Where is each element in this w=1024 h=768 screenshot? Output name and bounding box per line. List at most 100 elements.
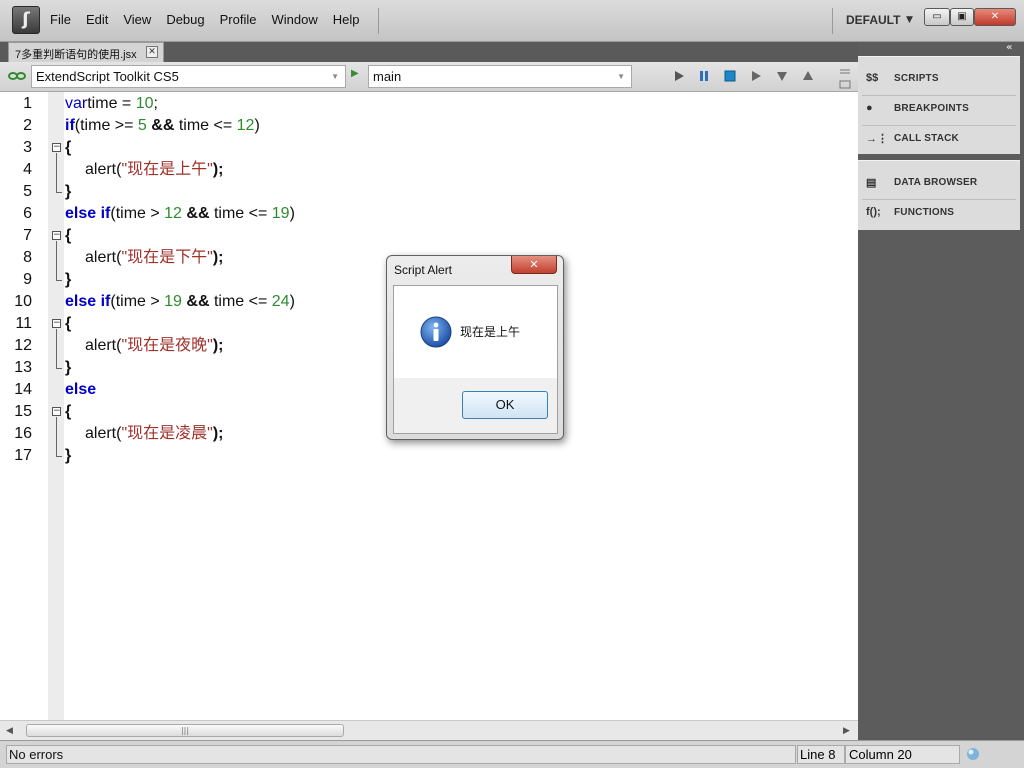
menu-view[interactable]: View	[123, 12, 151, 27]
panel-group-debug: $$ SCRIPTS ● BREAKPOINTS →⋮ CALL STACK	[858, 56, 1020, 154]
ok-button[interactable]: OK	[462, 391, 548, 419]
panel-group-data: ▤ DATA BROWSER f(); FUNCTIONS	[858, 160, 1020, 230]
run-icon[interactable]	[671, 68, 687, 84]
info-icon	[420, 316, 452, 348]
scroll-right-icon[interactable]: ▶	[843, 726, 850, 736]
code-text: alert("现在是上午");	[85, 159, 223, 181]
close-tab-icon[interactable]: ✕	[146, 46, 158, 58]
code-line[interactable]: 3{	[0, 137, 800, 159]
fold-guide	[56, 417, 57, 456]
code-line[interactable]: 4 alert("现在是上午");	[0, 159, 800, 181]
fold-guide	[56, 329, 57, 368]
code-text: {	[65, 313, 71, 335]
code-token: 19	[271, 205, 290, 222]
status-bar: No errors Line 8 Column 20	[0, 740, 1024, 768]
code-text: {	[65, 401, 71, 423]
panel-divider	[862, 125, 1016, 126]
debug-toolbar: ExtendScript Toolkit CS5 ▼ ▶ main ▼	[0, 62, 858, 92]
fold-toggle-icon[interactable]: −	[52, 407, 61, 416]
panel-breakpoints[interactable]: ● BREAKPOINTS	[866, 99, 1016, 121]
horizontal-scrollbar[interactable]: ◀ ||| ▶	[0, 720, 858, 740]
step-out-icon[interactable]	[800, 68, 816, 84]
data-browser-icon: ▤	[866, 177, 877, 189]
engine-select[interactable]: main ▼	[368, 65, 632, 88]
menu-window[interactable]: Window	[271, 12, 317, 27]
document-tab-label: 7多重判断语句的使用.jsx	[15, 49, 137, 61]
code-text: else if(time > 19 && time <= 24)	[65, 291, 295, 313]
document-tab[interactable]: 7多重判断语句的使用.jsx ✕	[8, 42, 164, 62]
pause-icon[interactable]	[696, 68, 712, 84]
panel-functions[interactable]: f(); FUNCTIONS	[866, 203, 1016, 225]
dialog-message: 现在是上午	[460, 325, 521, 339]
workspace-switcher[interactable]: DEFAULT	[846, 13, 900, 27]
line-number: 10	[14, 293, 32, 310]
code-token: {	[65, 139, 72, 156]
code-token: {	[65, 403, 72, 420]
document-tab-bar: 7多重判断语句的使用.jsx ✕	[0, 42, 858, 62]
line-number: 1	[23, 95, 32, 112]
collapse-panel-icon[interactable]: «	[1006, 42, 1012, 53]
code-token: alert(	[85, 161, 122, 178]
code-token: 12	[164, 205, 182, 222]
code-text: alert("现在是下午");	[85, 247, 223, 269]
code-token: time =	[87, 95, 136, 112]
code-token: )	[289, 293, 295, 310]
chevron-down-icon: ▼	[331, 72, 339, 81]
scrollbar-thumb[interactable]: |||	[26, 724, 344, 737]
menu-edit[interactable]: Edit	[86, 12, 108, 27]
menu-divider	[378, 8, 379, 34]
fold-guide-end	[56, 368, 62, 369]
menu-profile[interactable]: Profile	[220, 12, 257, 27]
menu-debug[interactable]: Debug	[166, 12, 204, 27]
link-icon[interactable]	[8, 71, 26, 81]
toolbar-menu-icon[interactable]	[838, 64, 852, 90]
scroll-left-icon[interactable]: ◀	[6, 726, 13, 736]
panel-scripts[interactable]: $$ SCRIPTS	[866, 69, 1016, 91]
maximize-button[interactable]: ▣	[950, 8, 974, 26]
code-token: }	[65, 359, 72, 376]
code-token: else	[65, 381, 97, 398]
code-token: "现在是夜晚"	[121, 337, 213, 354]
menu-file[interactable]: File	[50, 12, 71, 27]
fold-guide	[56, 153, 57, 192]
code-token: &&	[181, 205, 214, 222]
close-window-button[interactable]: ✕	[974, 8, 1016, 26]
line-number: 11	[15, 315, 32, 332]
code-token: );	[212, 337, 224, 354]
code-token: else if	[65, 205, 111, 222]
play-icon[interactable]: ▶	[351, 68, 359, 79]
chevron-down-icon[interactable]: ▼	[906, 15, 913, 25]
panel-data-browser-label: DATA BROWSER	[894, 177, 978, 188]
code-text: {	[65, 225, 71, 247]
dialog-close-button[interactable]: ✕	[511, 256, 557, 274]
minimize-button[interactable]: ▭	[924, 8, 950, 26]
step-over-icon[interactable]	[748, 68, 764, 84]
code-token: alert(	[85, 425, 122, 442]
code-line[interactable]: 6 else if(time > 12 && time <= 19)	[0, 203, 800, 225]
stop-icon[interactable]	[722, 68, 738, 84]
line-number: 16	[14, 425, 32, 442]
code-token: 19	[164, 293, 182, 310]
fold-toggle-icon[interactable]: −	[52, 231, 61, 240]
code-text: }	[65, 269, 71, 291]
code-line[interactable]: 17}	[0, 445, 800, 467]
panel-breakpoints-label: BREAKPOINTS	[894, 103, 969, 114]
panel-call-stack[interactable]: →⋮ CALL STACK	[866, 129, 1016, 151]
code-text: alert("现在是夜晚");	[85, 335, 223, 357]
step-into-icon[interactable]	[774, 68, 790, 84]
code-token: &&	[181, 293, 214, 310]
code-token: "现在是上午"	[121, 161, 213, 178]
code-token: 10	[135, 95, 154, 112]
code-line[interactable]: 5}	[0, 181, 800, 203]
target-application-select[interactable]: ExtendScript Toolkit CS5 ▼	[31, 65, 346, 88]
code-token: (time >=	[74, 117, 138, 134]
code-line[interactable]: 2 if(time >= 5 && time <= 12)	[0, 115, 800, 137]
code-line[interactable]: 1 vartime = 10;	[0, 93, 800, 115]
fold-toggle-icon[interactable]: −	[52, 143, 61, 152]
scripts-icon: $$	[866, 72, 879, 84]
panel-data-browser[interactable]: ▤ DATA BROWSER	[866, 173, 1016, 195]
line-number: 3	[23, 139, 32, 156]
fold-toggle-icon[interactable]: −	[52, 319, 61, 328]
menu-help[interactable]: Help	[333, 12, 360, 27]
code-line[interactable]: 7{	[0, 225, 800, 247]
